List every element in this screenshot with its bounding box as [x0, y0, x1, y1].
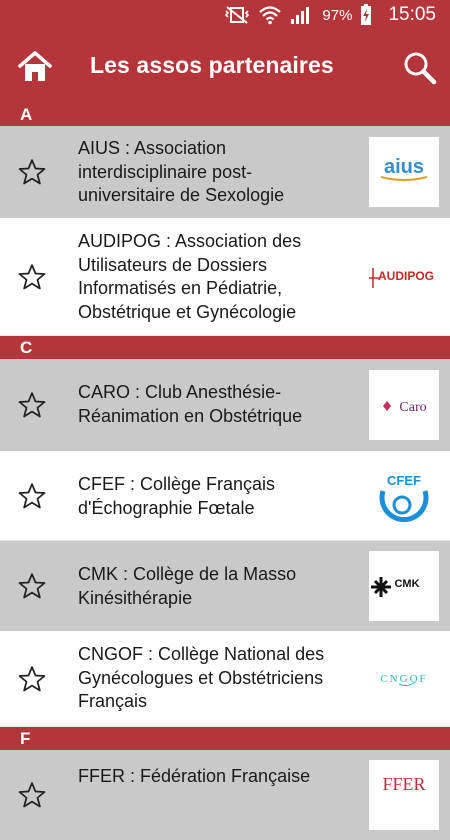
item-title: CARO : Club Anesthésie-Réanimation en Ob… — [78, 382, 303, 426]
list-item-cngof[interactable]: CNGOF : Collège National des Gynécologue… — [0, 631, 450, 727]
audipog-logo: AUDIPOG — [369, 242, 439, 312]
ffer-logo: FFER — [369, 760, 439, 830]
star-icon[interactable] — [17, 157, 47, 187]
wifi-icon — [259, 6, 282, 25]
item-title: CMK : Collège de la Masso Kinésithérapie — [78, 564, 297, 608]
caro-logo: Caro — [369, 370, 439, 440]
item-title: FFER : Fédération Française — [78, 766, 311, 786]
cmk-logo: CMK — [369, 551, 439, 621]
svg-text:CNGOF: CNGOF — [380, 673, 427, 685]
clock: 15:05 — [388, 4, 436, 25]
svg-text:CFEF: CFEF — [387, 473, 421, 488]
aius-logo: aius — [369, 137, 439, 207]
cngof-logo: CNGOF — [369, 644, 439, 714]
status-bar: 97% 15:05 — [0, 0, 450, 30]
star-icon[interactable] — [17, 262, 47, 292]
home-icon — [18, 51, 52, 81]
star-icon[interactable] — [17, 664, 47, 694]
star-icon[interactable] — [17, 481, 47, 511]
association-list: A AIUS : Association interdisciplinaire … — [0, 103, 450, 840]
battery-percent: 97% — [322, 6, 353, 24]
star-icon[interactable] — [17, 390, 47, 420]
section-header-c: C — [0, 336, 450, 359]
svg-text:FFER: FFER — [382, 774, 425, 794]
item-title: CFEF : Collège Français d'Échographie Fœ… — [78, 474, 276, 518]
item-title: AUDIPOG : Association des Utilisateurs d… — [78, 231, 302, 322]
cfef-logo: CFEF — [369, 461, 439, 531]
star-icon[interactable] — [17, 780, 47, 810]
svg-text:CMK: CMK — [394, 578, 419, 590]
svg-text:Caro: Caro — [399, 400, 426, 415]
signal-icon — [291, 7, 310, 24]
list-item-caro[interactable]: CARO : Club Anesthésie-Réanimation en Ob… — [0, 359, 450, 451]
item-title: CNGOF : Collège National des Gynécologue… — [78, 644, 325, 711]
star-icon[interactable] — [17, 571, 47, 601]
app-bar: Les assos partenaires — [0, 30, 450, 103]
list-item-cfef[interactable]: CFEF : Collège Français d'Échographie Fœ… — [0, 451, 450, 541]
page-title: Les assos partenaires — [90, 52, 334, 78]
svg-text:AUDIPOG: AUDIPOG — [378, 269, 434, 283]
svg-text:aius: aius — [384, 156, 424, 178]
section-header-a: A — [0, 103, 450, 126]
item-title: AIUS : Association interdisciplinaire po… — [78, 138, 285, 205]
vibrate-icon — [225, 6, 250, 24]
home-button[interactable] — [17, 50, 53, 84]
list-item-audipog[interactable]: AUDIPOG : Association des Utilisateurs d… — [0, 218, 450, 336]
section-header-f: F — [0, 727, 450, 750]
list-item-cmk[interactable]: CMK : Collège de la Masso Kinésithérapie… — [0, 541, 450, 631]
list-item-ffer[interactable]: FFER : Fédération Française FFER — [0, 750, 450, 840]
search-icon — [404, 52, 437, 85]
list-item-aius[interactable]: AIUS : Association interdisciplinaire po… — [0, 126, 450, 218]
status-icons: 97% 15:05 — [224, 4, 450, 26]
search-button[interactable] — [402, 50, 438, 86]
battery-charging-icon — [361, 4, 372, 25]
